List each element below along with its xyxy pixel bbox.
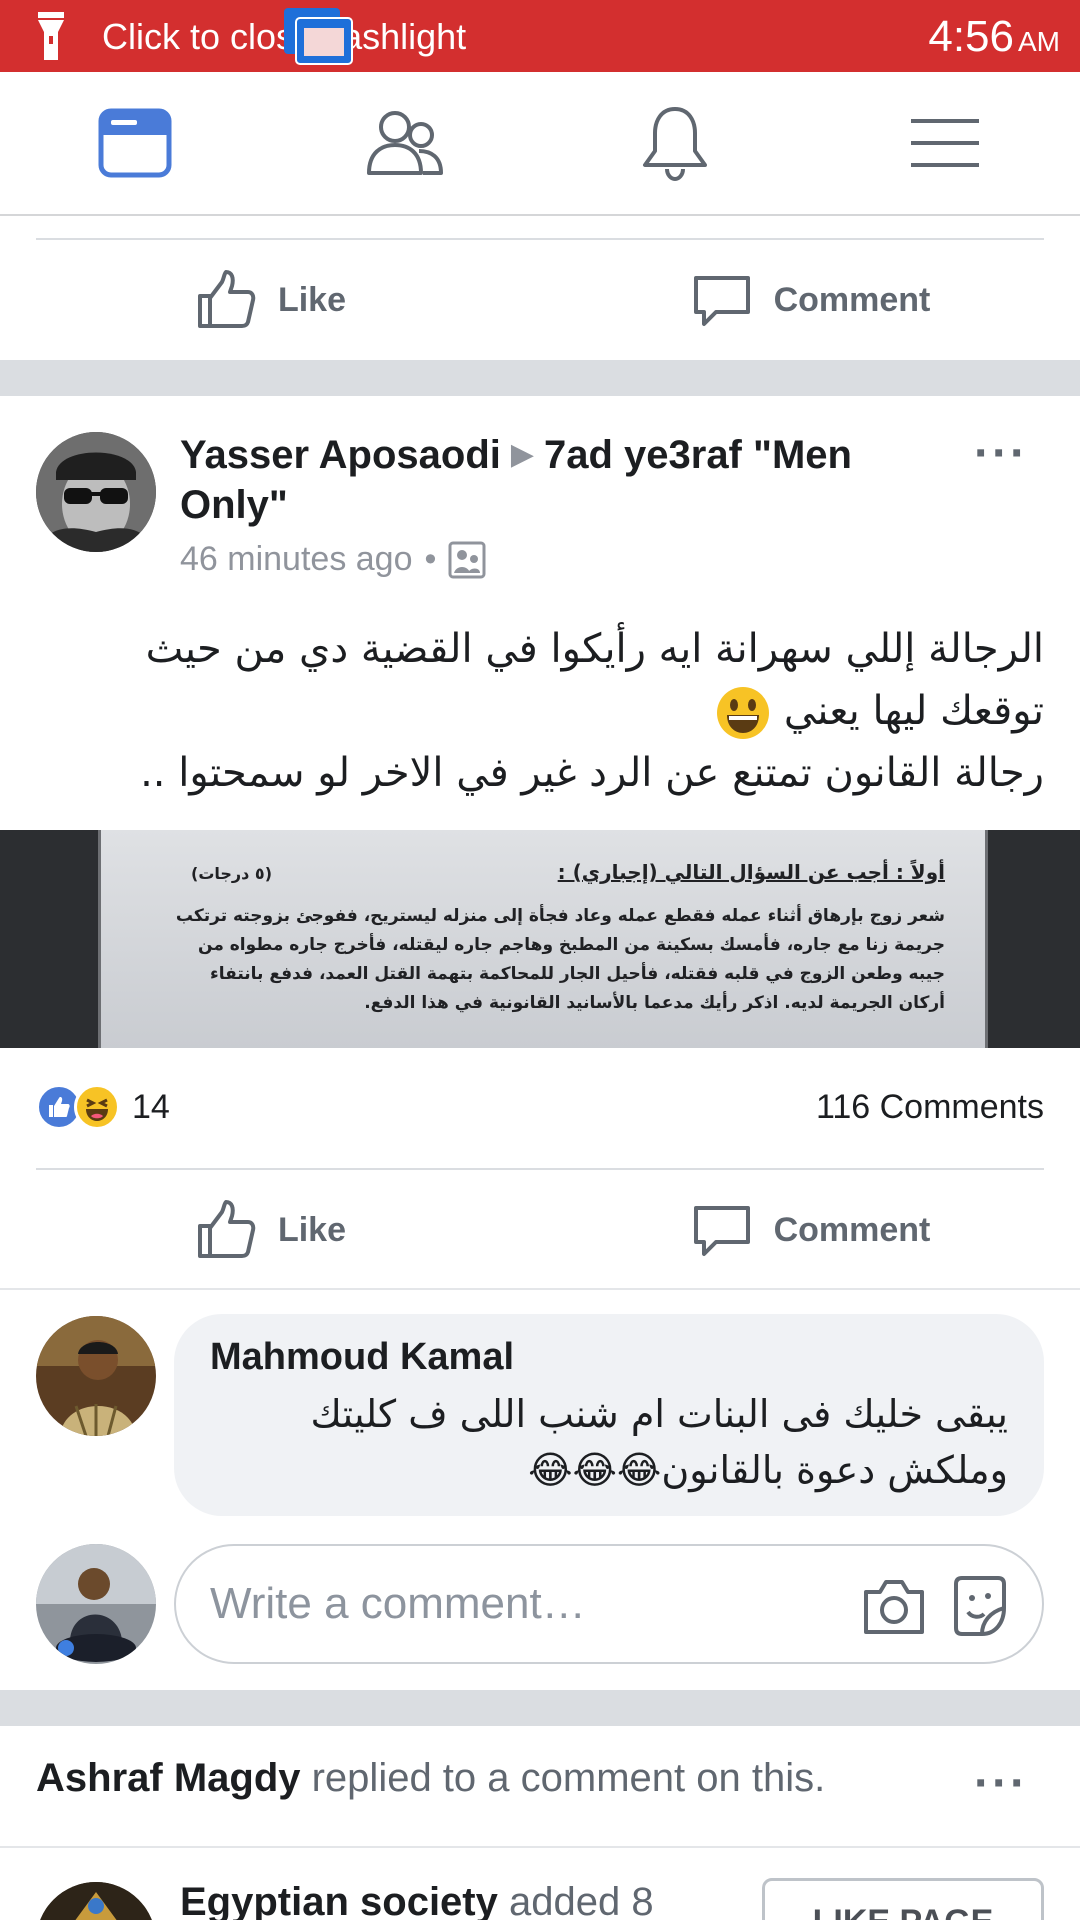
comment-line1: يبقى خليك فى البنات ام شنب اللى ف كليتك xyxy=(310,1392,1008,1436)
nav-notifications[interactable] xyxy=(540,72,810,214)
like-label: Like xyxy=(277,280,347,319)
like-page-button[interactable]: LIKE PAGE xyxy=(762,1878,1044,1920)
post-actions: Like Comment xyxy=(0,1170,1080,1290)
reactions-summary[interactable]: 14 xyxy=(36,1084,170,1130)
top-navigation-bar xyxy=(0,72,1080,216)
clock-time: 4:56 xyxy=(928,12,1014,61)
divider xyxy=(0,1846,1080,1848)
grinning-face-emoji-icon xyxy=(717,687,770,739)
bell-icon xyxy=(643,107,707,182)
next-post-action: added 8 xyxy=(497,1880,654,1920)
previous-post-actions: Like Comment xyxy=(0,240,1080,360)
write-comment-box[interactable] xyxy=(174,1544,1044,1664)
exam-line: أركان الجريمة لديه. اذكر رأيك مدعما بالأ… xyxy=(364,993,945,1013)
current-user-avatar[interactable] xyxy=(36,1544,156,1664)
camera-icon[interactable] xyxy=(862,1576,926,1636)
exam-grade: (٥ درجات) xyxy=(191,864,272,883)
activity-more-options-button[interactable]: ··· xyxy=(974,1756,1028,1811)
avatar-image xyxy=(36,1882,156,1920)
overlay-app-icon xyxy=(284,8,353,65)
post-text-line2: توقعك ليها يعني xyxy=(783,688,1044,734)
author-name[interactable]: Yasser Aposaodi xyxy=(180,433,501,477)
comment-icon xyxy=(693,276,750,326)
activity-line: Ashraf Magdy replied to a comment on thi… xyxy=(36,1756,825,1801)
post-author-line: Yasser Aposaodi ▶ 7ad ye3raf "Men Only" xyxy=(180,430,940,530)
friends-icon xyxy=(367,111,443,175)
news-feed-icon xyxy=(98,108,172,178)
comment-line2: وملكش دعوة بالقانون😂😂😂 xyxy=(528,1448,1008,1492)
exam-line: شعر زوج بإرهاق أثناء عمله فقطع عمله وعاد… xyxy=(175,906,945,926)
avatar-image xyxy=(36,1316,156,1436)
group-arrow: ▶ xyxy=(510,438,534,471)
nav-news-feed[interactable] xyxy=(0,72,270,214)
exam-line: جريمة زنا مع جاره، فأمسك بسكينة من المطب… xyxy=(198,935,945,955)
post-more-options-button[interactable]: ··· xyxy=(974,426,1028,481)
status-clock: 4:56 AM xyxy=(928,12,1060,62)
comments-count[interactable]: 116 Comments xyxy=(816,1088,1044,1127)
post-timestamp[interactable]: 46 minutes ago xyxy=(180,540,413,579)
commenter-avatar[interactable] xyxy=(36,1316,156,1436)
nav-friends[interactable] xyxy=(270,72,540,214)
meta-separator: • xyxy=(424,540,437,578)
like-button[interactable]: Like xyxy=(0,1170,540,1290)
exam-paper-image: أولاً : أجب عن السؤال التالي (إجباري) : … xyxy=(98,830,988,1048)
post-text-line1: الرجالة إللي سهرانة ايه رأيكوا في القضية… xyxy=(145,626,1044,672)
post-text: الرجالة إللي سهرانة ايه رأيكوا في القضية… xyxy=(36,618,1044,804)
avatar-image xyxy=(36,432,156,552)
post-text-line3: رجالة القانون تمتنع عن الرد غير في الاخر… xyxy=(140,750,1044,796)
flashlight-icon xyxy=(38,12,64,60)
haha-reaction-icon xyxy=(74,1084,120,1130)
sticker-icon[interactable] xyxy=(948,1574,1012,1638)
activity-actor[interactable]: Ashraf Magdy xyxy=(36,1756,301,1800)
post-meta: 46 minutes ago • xyxy=(180,540,486,579)
next-post-header: Egyptian society added 8 xyxy=(180,1880,654,1920)
author-avatar[interactable] xyxy=(36,432,156,552)
comment-input[interactable] xyxy=(210,1574,770,1634)
avatar-image xyxy=(36,1544,156,1664)
feed-separator xyxy=(0,360,1080,396)
like-label: Like xyxy=(277,1210,347,1249)
comment-bubble[interactable]: Mahmoud Kamal يبقى خليك فى البنات ام شنب… xyxy=(174,1314,1044,1516)
reaction-count: 14 xyxy=(132,1087,170,1126)
comment-author[interactable]: Mahmoud Kamal xyxy=(210,1336,514,1379)
comment-button[interactable]: Comment xyxy=(540,240,1080,360)
comment-text: يبقى خليك فى البنات ام شنب اللى ف كليتك … xyxy=(210,1386,1008,1498)
hamburger-menu-icon xyxy=(911,119,979,167)
page-avatar[interactable] xyxy=(36,1882,156,1920)
divider xyxy=(0,1288,1080,1290)
group-privacy-icon xyxy=(448,541,486,578)
comment-icon xyxy=(693,1206,750,1256)
exam-heading: أولاً : أجب عن السؤال التالي (إجباري) : xyxy=(557,860,945,884)
page-name[interactable]: Egyptian society xyxy=(180,1880,498,1920)
like-button[interactable]: Like xyxy=(0,240,540,360)
comment-label: Comment xyxy=(773,1210,931,1249)
thumbs-up-icon xyxy=(197,270,256,328)
nav-menu[interactable] xyxy=(810,72,1080,214)
exam-line: جيبه وطعن الزوج في قلبه فقتله، فأحيل الج… xyxy=(210,964,945,984)
thumbs-up-icon xyxy=(197,1200,256,1258)
comment-button[interactable]: Comment xyxy=(540,1170,1080,1290)
feed-separator xyxy=(0,1690,1080,1726)
activity-text: replied to a comment on this. xyxy=(300,1756,826,1800)
post-text-line2-row: توقعك ليها يعني xyxy=(36,680,1044,742)
post-photo[interactable]: أولاً : أجب عن السؤال التالي (إجباري) : … xyxy=(0,830,1080,1048)
comment-label: Comment xyxy=(773,280,931,319)
status-bar: Click to close flashlight 4:56 AM xyxy=(0,0,1080,72)
exam-question: شعر زوج بإرهاق أثناء عمله فقطع عمله وعاد… xyxy=(161,902,945,1018)
clock-ampm: AM xyxy=(1018,26,1060,57)
